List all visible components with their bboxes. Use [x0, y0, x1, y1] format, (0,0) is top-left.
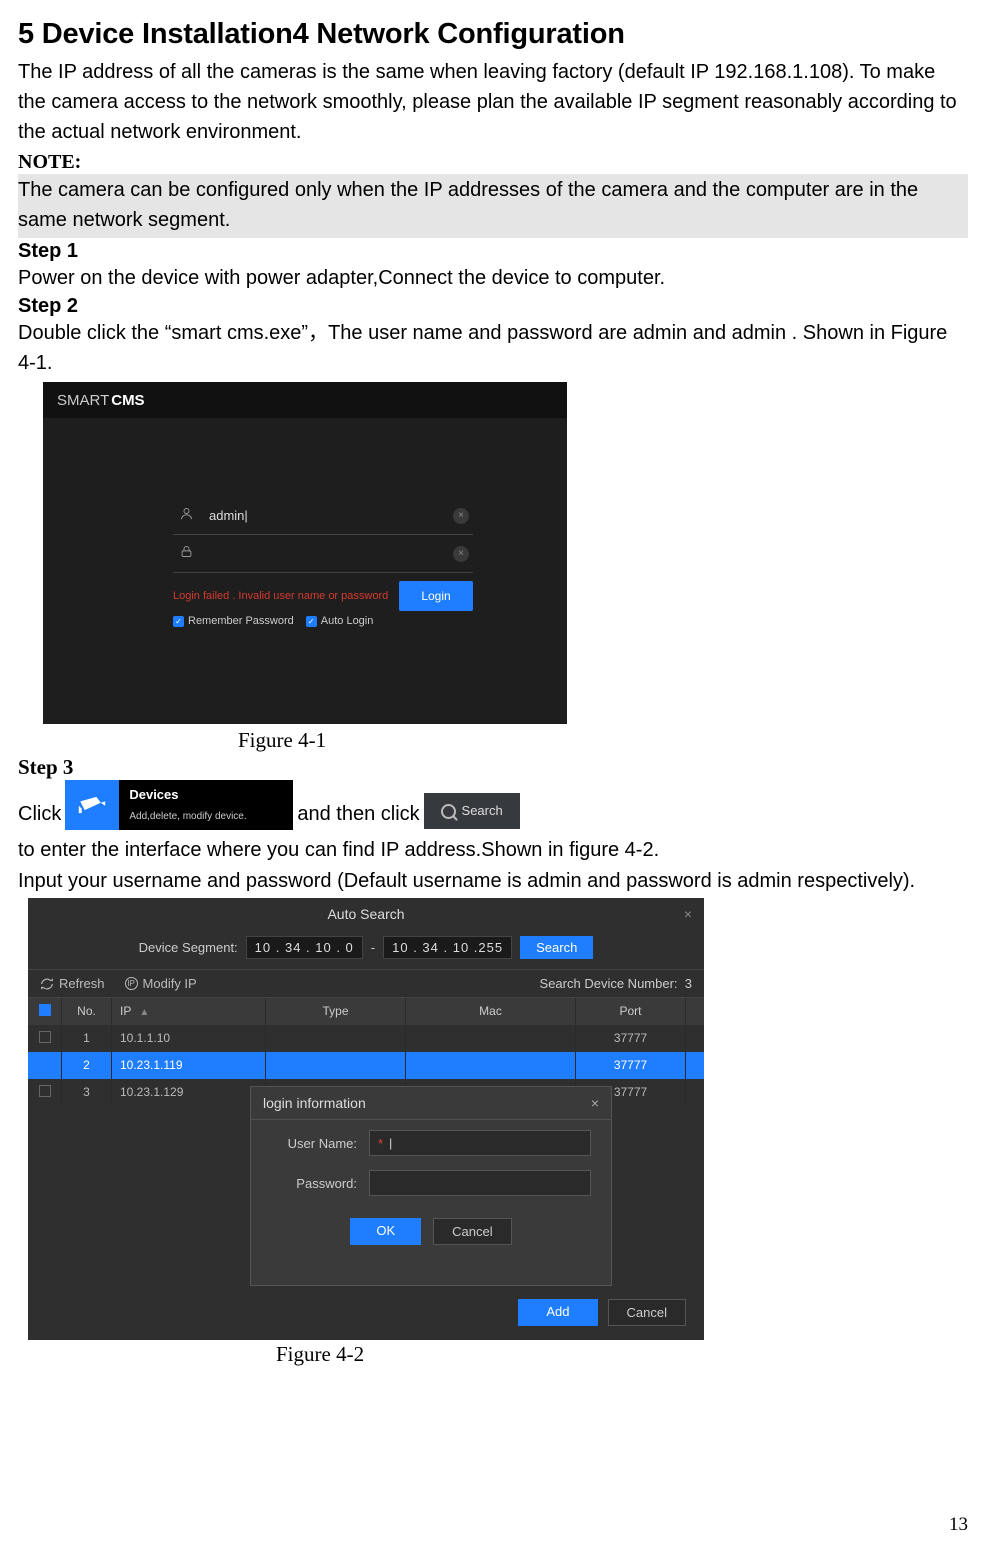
step3-rest: to enter the interface where you can fin… [18, 834, 659, 866]
toolbar-row: Refresh IP Modify IP Search Device Numbe… [28, 969, 704, 998]
cell-ip: 10.23.1.119 [112, 1052, 266, 1079]
required-asterisk: * [378, 1136, 383, 1151]
auto-search-screenshot: Auto Search × Device Segment: 10 . 34 . … [28, 898, 704, 1340]
col-mac[interactable]: Mac [406, 998, 576, 1025]
cell-port: 37777 [576, 1025, 686, 1052]
auto-search-title: Auto Search × [28, 898, 704, 930]
close-icon[interactable]: × [591, 1095, 599, 1111]
page-heading: 5 Device Installation4 Network Configura… [18, 18, 968, 51]
figure-4-2-caption: Figure 4-2 [276, 1342, 968, 1367]
note-label: NOTE: [18, 151, 968, 174]
username-value: admin| [209, 508, 439, 523]
clear-icon[interactable]: × [453, 546, 469, 562]
figure-4-1-caption: Figure 4-1 [238, 728, 968, 753]
select-all-checkbox[interactable] [39, 1004, 51, 1016]
segment-search-button[interactable]: Search [520, 936, 593, 959]
brand-thin: SMART [57, 392, 109, 409]
col-no[interactable]: No. [62, 998, 112, 1025]
remember-checkbox[interactable]: ✓ [173, 616, 184, 627]
device-count: Search Device Number: 3 [540, 976, 692, 991]
bottom-buttons: Add Cancel [518, 1299, 686, 1326]
ip-icon: IP [125, 977, 138, 990]
step1-text: Power on the device with power adapter,C… [18, 263, 968, 293]
step2-text: Double click the “smart cms.exe”，The use… [18, 318, 968, 378]
step3-click: Click [18, 798, 61, 830]
password-field[interactable]: × [173, 535, 473, 573]
step2-label: Step 2 [18, 295, 968, 318]
table-row[interactable]: 210.23.1.119 37777 [28, 1052, 704, 1079]
page-number: 13 [949, 1514, 968, 1536]
cell-mac [406, 1052, 576, 1079]
row-checkbox[interactable] [39, 1031, 51, 1043]
step1-label: Step 1 [18, 240, 968, 263]
devices-sub: Add,delete, modify device. [129, 809, 246, 825]
table-row[interactable]: 110.1.1.10 37777 [28, 1025, 704, 1052]
modal-title: login information [263, 1095, 366, 1111]
login-panel: admin| × × Login failed . Invalid user n… [173, 497, 473, 627]
username-input[interactable]: * | [369, 1130, 591, 1156]
password-input[interactable] [369, 1170, 591, 1196]
login-information-modal: login information × User Name: * | Passw… [250, 1086, 612, 1286]
auto-login-label: Auto Login [321, 615, 374, 627]
col-port[interactable]: Port [576, 998, 686, 1025]
cell-no: 3 [62, 1079, 112, 1106]
search-icon [441, 804, 456, 819]
add-button[interactable]: Add [518, 1299, 597, 1326]
step3-then: and then click [297, 798, 419, 830]
table-header: No. IP▲ Type Mac Port [28, 998, 704, 1025]
cell-mac [406, 1025, 576, 1052]
brand-bold: CMS [111, 392, 144, 409]
segment-row: Device Segment: 10 . 34 . 10 . 0 - 10 . … [28, 930, 704, 969]
login-button[interactable]: Login [399, 581, 473, 611]
close-icon[interactable]: × [684, 906, 692, 922]
step3-label: Step 3 [18, 755, 968, 780]
clear-icon[interactable]: × [453, 508, 469, 524]
cancel-button[interactable]: Cancel [433, 1218, 511, 1245]
note-box: The camera can be configured only when t… [18, 174, 968, 238]
password-label: Password: [271, 1176, 357, 1191]
cell-ip: 10.23.1.129 [112, 1079, 266, 1106]
devices-button[interactable]: Devices Add,delete, modify device. [65, 780, 293, 830]
smart-cms-login-screenshot: SMART CMS admin| × × Login failed . Inva… [43, 382, 567, 724]
search-button[interactable]: Search [424, 793, 520, 829]
search-label: Search [462, 801, 503, 822]
devices-title: Devices [129, 785, 246, 806]
col-type[interactable]: Type [266, 998, 406, 1025]
modify-ip-button[interactable]: IP Modify IP [125, 976, 197, 991]
segment-label: Device Segment: [139, 940, 238, 955]
username-value: | [389, 1136, 392, 1150]
cell-type [266, 1025, 406, 1052]
options-row: ✓ Remember Password ✓ Auto Login [173, 615, 473, 627]
ip-to-input[interactable]: 10 . 34 . 10 .255 [383, 936, 512, 959]
cell-port: 37777 [576, 1052, 686, 1079]
cell-no: 1 [62, 1025, 112, 1052]
cell-no: 2 [62, 1052, 112, 1079]
sort-arrow-icon: ▲ [139, 1007, 149, 1018]
row-checkbox[interactable] [39, 1085, 51, 1097]
camera-icon [65, 780, 119, 830]
step3-input: Input your username and password (Defaul… [18, 866, 968, 896]
username-field[interactable]: admin| × [173, 497, 473, 535]
ok-button[interactable]: OK [350, 1218, 421, 1245]
login-error: Login failed . Invalid user name or pass… [173, 590, 388, 602]
row-checkbox[interactable] [39, 1058, 51, 1070]
cell-ip: 10.1.1.10 [112, 1025, 266, 1052]
app-header: SMART CMS [43, 382, 567, 418]
lock-icon [177, 544, 195, 563]
cancel-button[interactable]: Cancel [608, 1299, 686, 1326]
ip-from-input[interactable]: 10 . 34 . 10 . 0 [246, 936, 363, 959]
remember-label: Remember Password [188, 615, 294, 627]
auto-login-checkbox[interactable]: ✓ [306, 616, 317, 627]
step3-line: Click Devices Add,delete, modify device.… [18, 780, 968, 866]
user-icon [177, 506, 195, 525]
refresh-button[interactable]: Refresh [40, 976, 105, 991]
intro-paragraph: The IP address of all the cameras is the… [18, 57, 968, 147]
username-label: User Name: [271, 1136, 357, 1151]
col-ip[interactable]: IP▲ [112, 998, 266, 1025]
cell-type [266, 1052, 406, 1079]
